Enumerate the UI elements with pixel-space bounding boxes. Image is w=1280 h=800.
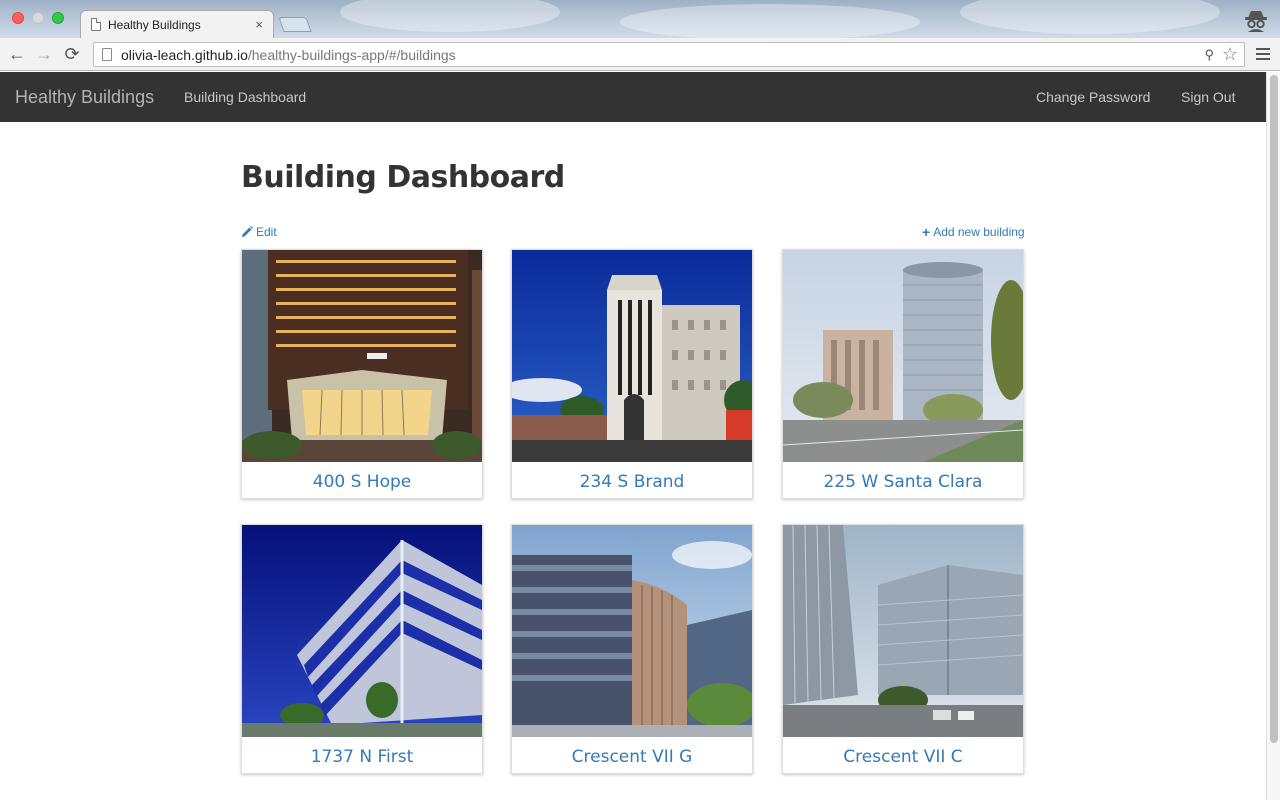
building-name[interactable]: 225 W Santa Clara [783,462,1023,498]
building-image[interactable] [512,250,752,462]
tab-close-icon[interactable]: × [255,17,263,32]
navbar-brand[interactable]: Healthy Buildings [15,87,154,108]
page-scrollbar[interactable] [1266,72,1280,800]
new-tab-button[interactable] [278,17,312,32]
window-minimize-button[interactable] [32,12,44,24]
browser-tab[interactable]: Healthy Buildings × [80,10,274,38]
edit-label: Edit [256,225,277,239]
building-image[interactable] [242,250,482,462]
url-path: /healthy-buildings-app/#/buildings [247,46,456,63]
url-domain: olivia-leach.github.io [121,46,248,63]
app-navbar: Healthy Buildings Building Dashboard Cha… [0,72,1266,122]
browser-tab-strip: Healthy Buildings × [0,0,1280,38]
page-icon [91,18,101,31]
nav-sign-out[interactable]: Sign Out [1181,89,1235,105]
nav-building-dashboard[interactable]: Building Dashboard [184,89,306,105]
add-new-building-label: Add new building [933,225,1025,239]
address-bar[interactable]: olivia-leach.github.io/healthy-buildings… [93,42,1245,67]
plus-icon: + [922,224,931,240]
building-name[interactable]: 400 S Hope [242,462,482,498]
window-close-button[interactable] [12,12,24,24]
scrollbar-thumb[interactable] [1270,75,1278,743]
building-card[interactable]: Crescent VII C [782,524,1024,774]
page-icon [102,48,112,61]
building-image[interactable] [783,250,1023,462]
pencil-icon [242,226,253,237]
url-text[interactable]: olivia-leach.github.io/healthy-buildings… [121,47,456,63]
white-art-deco-building-image [512,250,752,462]
blue-glass-office-image [242,525,482,737]
building-name[interactable]: 1737 N First [242,737,482,773]
reload-icon[interactable]: ⟳ [61,43,83,65]
building-card[interactable]: 234 S Brand [511,249,753,499]
curved-glass-office-image [512,525,752,737]
glass-tower-street-image [783,525,1023,737]
building-card[interactable]: Crescent VII G [511,524,753,774]
edit-link[interactable]: Edit [241,225,277,239]
building-name[interactable]: Crescent VII C [783,737,1023,773]
building-card[interactable]: 1737 N First [241,524,483,774]
building-image[interactable] [512,525,752,737]
browser-menu-icon[interactable] [1256,48,1270,60]
building-card[interactable]: 400 S Hope [241,249,483,499]
glass-atrium-tower-image [242,250,482,462]
incognito-icon [1245,11,1267,32]
building-image[interactable] [242,525,482,737]
building-name[interactable]: 234 S Brand [512,462,752,498]
tab-title: Healthy Buildings [108,17,201,32]
main-content: Building Dashboard Edit + Add new buildi… [0,122,1266,800]
add-new-building-link[interactable]: + Add new building [922,225,1025,239]
forward-arrow-icon[interactable]: → [33,43,55,65]
building-card[interactable]: 225 W Santa Clara [782,249,1024,499]
nav-change-password[interactable]: Change Password [1036,89,1150,105]
key-icon[interactable]: ⚲ [1204,47,1214,63]
building-name[interactable]: Crescent VII G [512,737,752,773]
bookmark-star-icon[interactable]: ☆ [1222,44,1238,65]
browser-toolbar: ← → ⟳ olivia-leach.github.io/healthy-bui… [0,38,1280,71]
twin-office-towers-image [783,250,1023,462]
page-title: Building Dashboard [241,160,565,195]
building-image[interactable] [783,525,1023,737]
window-maximize-button[interactable] [52,12,64,24]
back-arrow-icon[interactable]: ← [6,43,28,65]
